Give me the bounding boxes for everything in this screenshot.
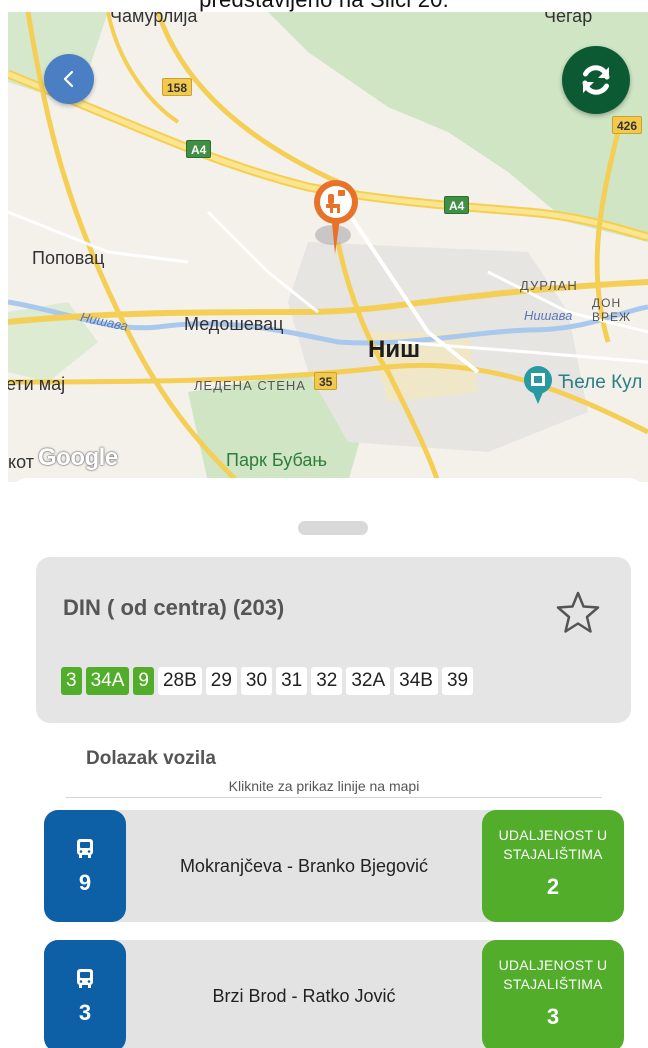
road-shield-426: 426 (612, 116, 643, 134)
line-chip[interactable]: 31 (276, 667, 308, 695)
arrival-distance-box: UDALJENOST U STAJALIŠTIMA 3 (482, 940, 624, 1048)
map-label-durlan: ДУРЛАН (520, 278, 578, 293)
arrival-row[interactable]: 3 Brzi Brod - Ratko Jović UDALJENOST U S… (44, 940, 624, 1048)
arrival-distance-label: UDALJENOST U STAJALIŠTIMA (498, 957, 608, 992)
map-label-kot: кот (8, 452, 34, 472)
arrivals-section-hint: Kliknite za prikaz linije na mapi (228, 778, 420, 794)
line-chip[interactable]: 32 (311, 667, 343, 695)
chevron-left-icon (63, 70, 74, 88)
arrival-route: Mokranjčeva - Branko Bjegović (179, 855, 429, 876)
arrivals-section-title: Dolazak vozila (86, 748, 216, 769)
line-chip[interactable]: 3 (61, 667, 82, 695)
line-chip[interactable]: 30 (240, 667, 273, 695)
map-label-popovac: Поповац (32, 248, 105, 268)
arrival-line-badge: 3 (44, 940, 126, 1048)
line-chip[interactable]: 28B (157, 667, 202, 695)
road-shield-a4-left: A4 (186, 140, 212, 158)
section-divider (66, 797, 602, 798)
arrival-route: Brzi Brod - Ratko Jović (212, 985, 396, 1006)
arrival-distance-value: 3 (546, 1004, 560, 1029)
map-label-nis: Ниш (368, 336, 421, 363)
line-chip[interactable]: 34B (394, 667, 438, 695)
line-chip[interactable]: 34A (85, 667, 130, 695)
map-base (8, 12, 648, 482)
stop-title: DIN ( od centra) (203) (63, 595, 285, 620)
arrival-distance-label: UDALJENOST U STAJALIŠTIMA (498, 827, 608, 862)
arrival-line-number: 3 (78, 1000, 92, 1025)
google-logo: Google (38, 444, 118, 471)
map-label-ledena-stena: ЛЕДЕНА СТЕНА (194, 378, 306, 393)
road-shield-158: 158 (162, 78, 193, 96)
favorite-button[interactable] (554, 589, 602, 637)
map-label-park-bubanj: Парк Бубањ (226, 450, 327, 470)
star-outline-icon (556, 591, 600, 633)
sheet-drag-handle[interactable] (298, 521, 368, 535)
map-view[interactable]: Чамурлија Чегар Поповац Медошевац Ниш ДУ… (8, 12, 648, 482)
map-label-medoshevac: Медошевац (184, 314, 284, 334)
map-label-leti-maj: ети мај (8, 374, 66, 394)
map-label-chegar: Чегар (544, 12, 593, 26)
map-label-donja-vrezina: ДОН ВРЕЖ (592, 296, 632, 324)
arrival-line-badge: 9 (44, 810, 126, 922)
line-chip[interactable]: 29 (205, 667, 237, 695)
road-shield-a4-right: A4 (444, 196, 470, 214)
map-label-nishava-right: Нишава (524, 308, 573, 323)
arrival-distance-box: UDALJENOST U STAJALIŠTIMA 2 (482, 810, 624, 922)
map-label-cele-kula: Ћеле Кул (558, 372, 643, 393)
bus-icon (77, 839, 93, 858)
refresh-icon (582, 65, 610, 95)
caption-text: predstavljeno na Slici 20. (0, 0, 648, 12)
line-chip-list: 3 34A 9 28B 29 30 31 32 32A 34B 39 (61, 667, 474, 695)
bus-icon (77, 969, 93, 988)
arrival-line-number: 9 (78, 870, 92, 895)
arrival-distance-value: 2 (546, 874, 560, 899)
line-chip[interactable]: 32A (346, 667, 391, 695)
line-chip[interactable]: 39 (441, 667, 474, 695)
road-shield-35: 35 (314, 372, 338, 390)
caption-strip: predstavljeno na Slici 20. (0, 0, 648, 12)
line-chip[interactable]: 9 (133, 667, 154, 695)
refresh-button[interactable] (562, 46, 630, 114)
map-label-chamurlija: Чамурлија (110, 12, 198, 26)
back-button[interactable] (44, 54, 94, 104)
stop-card: DIN ( od centra) (203) 3 34A 9 28B 29 30… (36, 557, 631, 723)
arrival-row[interactable]: 9 Mokranjčeva - Branko Bjegović UDALJENO… (44, 810, 624, 922)
